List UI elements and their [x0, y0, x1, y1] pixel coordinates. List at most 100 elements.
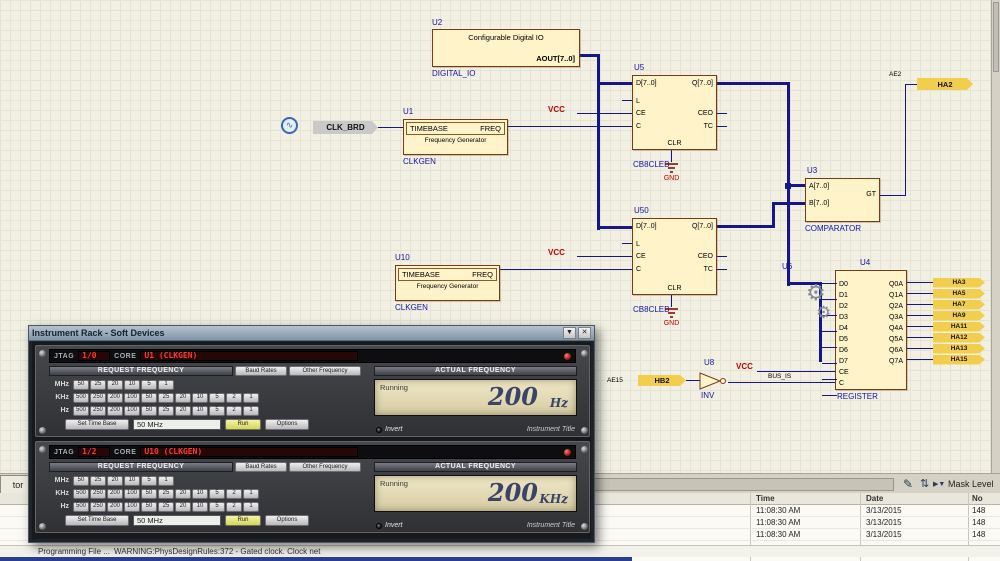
run-button[interactable]: Run: [225, 515, 261, 526]
port-ha-output[interactable]: HA15: [933, 355, 985, 365]
frequency-button[interactable]: 10: [192, 489, 208, 499]
frequency-button[interactable]: 500: [73, 489, 89, 499]
other-frequency-button[interactable]: Other Frequency: [289, 366, 361, 376]
port-hb2[interactable]: HB2: [638, 375, 686, 386]
baud-rates-button[interactable]: Baud Rates: [235, 366, 287, 376]
frequency-button[interactable]: 250: [90, 502, 106, 512]
frequency-button[interactable]: 5: [209, 489, 225, 499]
frequency-button[interactable]: 1: [243, 489, 259, 499]
frequency-button[interactable]: 20: [107, 380, 123, 390]
frequency-button[interactable]: 50: [141, 393, 157, 403]
port-ha-output[interactable]: HA13: [933, 344, 985, 354]
frequency-button[interactable]: 1: [243, 502, 259, 512]
frequency-button[interactable]: 1: [158, 476, 174, 486]
u4-block[interactable]: D0D1D2D3D4D5D6D7CEC Q0AQ1AQ2AQ3AQ4AQ5AQ6…: [835, 270, 907, 390]
options-button[interactable]: Options: [265, 419, 309, 430]
frequency-button[interactable]: 500: [73, 393, 89, 403]
frequency-button[interactable]: 10: [192, 406, 208, 416]
frequency-button[interactable]: 50: [141, 406, 157, 416]
frequency-button[interactable]: 250: [90, 489, 106, 499]
frequency-button[interactable]: 50: [141, 489, 157, 499]
frequency-button[interactable]: 200: [107, 393, 123, 403]
u1-block[interactable]: TIMEBASE FREQ Frequency Generator: [403, 119, 508, 155]
port-clk-brd[interactable]: CLK_BRD: [313, 121, 378, 134]
frequency-button[interactable]: 10: [124, 476, 140, 486]
frequency-button[interactable]: 500: [73, 406, 89, 416]
set-time-base-button[interactable]: Set Time Base: [65, 515, 129, 526]
filter-arrows-icon[interactable]: ▶▼: [933, 480, 945, 488]
frequency-button[interactable]: 2: [226, 406, 242, 416]
port-ha-output[interactable]: HA7: [933, 300, 985, 310]
frequency-button[interactable]: 5: [141, 476, 157, 486]
column-header-no[interactable]: No: [972, 494, 983, 503]
frequency-button[interactable]: 200: [107, 489, 123, 499]
frequency-button[interactable]: 250: [90, 406, 106, 416]
run-button[interactable]: Run: [225, 419, 261, 430]
frequency-button[interactable]: 20: [175, 393, 191, 403]
frequency-button[interactable]: 200: [107, 406, 123, 416]
frequency-button[interactable]: 25: [158, 393, 174, 403]
frequency-button[interactable]: 100: [124, 502, 140, 512]
port-ha2[interactable]: HA2: [917, 78, 973, 90]
frequency-button[interactable]: 50: [73, 476, 89, 486]
frequency-button[interactable]: 500: [73, 502, 89, 512]
frequency-button[interactable]: 2: [226, 502, 242, 512]
sort-icon[interactable]: ⇅: [920, 477, 929, 490]
frequency-button[interactable]: 5: [209, 393, 225, 403]
port-ha-output[interactable]: HA12: [933, 333, 985, 343]
frequency-button[interactable]: 100: [124, 393, 140, 403]
frequency-button[interactable]: 10: [124, 380, 140, 390]
invert-label[interactable]: Invert: [385, 522, 403, 529]
frequency-button[interactable]: 1: [243, 406, 259, 416]
other-frequency-button[interactable]: Other Frequency: [289, 462, 361, 472]
port-ha-output[interactable]: HA11: [933, 322, 985, 332]
options-button[interactable]: Options: [265, 515, 309, 526]
u10-block[interactable]: TIMEBASE FREQ Frequency Generator: [395, 265, 500, 301]
column-header-time[interactable]: Time: [756, 494, 775, 503]
frequency-button[interactable]: 20: [175, 502, 191, 512]
frequency-button[interactable]: 100: [124, 406, 140, 416]
u50-block[interactable]: D[7..0] L CE C Q[7..0] CEO TC CLR: [632, 218, 717, 295]
frequency-button[interactable]: 250: [90, 393, 106, 403]
frequency-button[interactable]: 5: [141, 380, 157, 390]
close-button[interactable]: ✕: [578, 327, 591, 339]
port-ha-output[interactable]: HA5: [933, 289, 985, 299]
frequency-button[interactable]: 2: [226, 489, 242, 499]
frequency-button[interactable]: 50: [73, 380, 89, 390]
frequency-button[interactable]: 25: [158, 489, 174, 499]
u5-block[interactable]: D[7..0] L CE C Q[7..0] CEO TC CLR: [632, 75, 717, 150]
frequency-button[interactable]: 25: [158, 502, 174, 512]
inverter-gate-icon[interactable]: [698, 372, 730, 390]
frequency-button[interactable]: 20: [175, 489, 191, 499]
edit-pencil-icon[interactable]: ✎: [903, 477, 913, 491]
column-header-date[interactable]: Date: [866, 494, 883, 503]
u3-block[interactable]: A[7..0] B[7..0] GT: [805, 178, 880, 222]
frequency-button[interactable]: 20: [107, 476, 123, 486]
frequency-button[interactable]: 25: [90, 380, 106, 390]
frequency-button[interactable]: 50: [141, 502, 157, 512]
baud-rates-button[interactable]: Baud Rates: [235, 462, 287, 472]
frequency-button[interactable]: 1: [158, 380, 174, 390]
frequency-button[interactable]: 25: [90, 476, 106, 486]
invert-label[interactable]: Invert: [385, 426, 403, 433]
set-time-base-button[interactable]: Set Time Base: [65, 419, 129, 430]
port-ha-output[interactable]: HA9: [933, 311, 985, 321]
frequency-button[interactable]: 10: [192, 502, 208, 512]
collapse-button[interactable]: ▼: [563, 327, 576, 339]
u2-block[interactable]: Configurable Digital IO AOUT[7..0]: [432, 29, 580, 67]
port-ha-output[interactable]: HA3: [933, 278, 985, 288]
frequency-button[interactable]: 100: [124, 489, 140, 499]
frequency-button[interactable]: 1: [243, 393, 259, 403]
frequency-button[interactable]: 5: [209, 502, 225, 512]
window-titlebar[interactable]: Instrument Rack - Soft Devices ▼ ✕: [29, 326, 594, 341]
frequency-button[interactable]: 10: [192, 393, 208, 403]
mask-level-button[interactable]: Mask Level: [948, 479, 994, 489]
frequency-button[interactable]: 5: [209, 406, 225, 416]
vertical-scrollbar[interactable]: [991, 0, 1000, 473]
frequency-button[interactable]: 25: [158, 406, 174, 416]
instrument-rack-window[interactable]: Instrument Rack - Soft Devices ▼ ✕ JTAG …: [28, 325, 595, 543]
frequency-button[interactable]: 2: [226, 393, 242, 403]
frequency-button[interactable]: 20: [175, 406, 191, 416]
frequency-button[interactable]: 200: [107, 502, 123, 512]
scrollbar-thumb[interactable]: [993, 2, 999, 72]
